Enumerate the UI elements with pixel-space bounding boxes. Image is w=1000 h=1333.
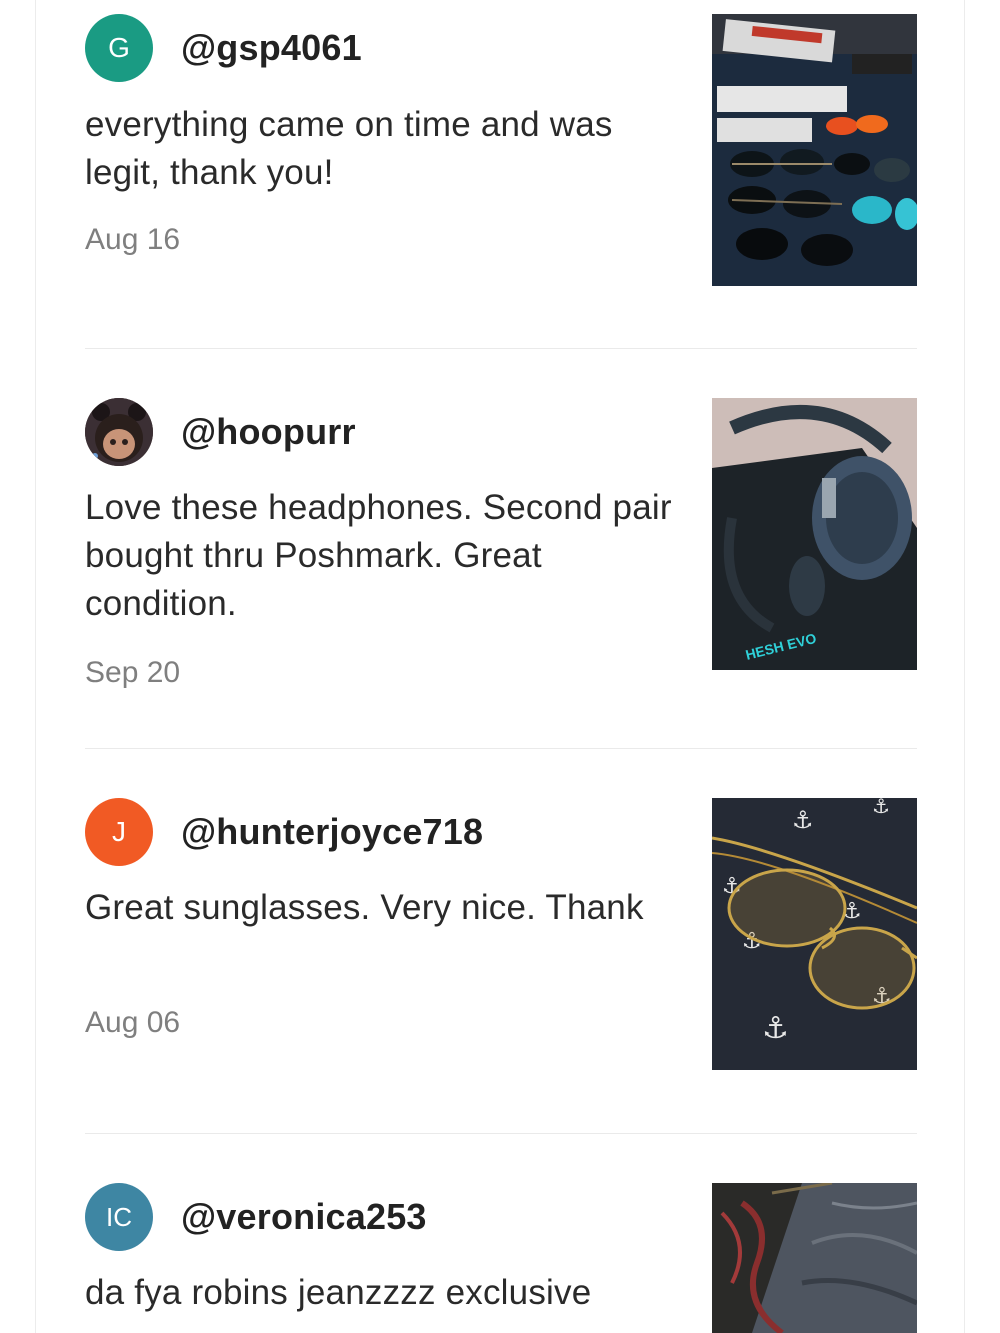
headphones-photo[interactable]: HESH EVO xyxy=(712,398,917,670)
profile-photo-icon xyxy=(85,398,153,466)
avatar-initials: G xyxy=(108,32,130,63)
review-item: IC @veronica253 da fya robins jeanzzzz e… xyxy=(85,1183,917,1333)
gold-aviator-sunglasses-photo[interactable]: ⚓ ⚓ ⚓ ⚓ ⚓ ⚓ ⚓ xyxy=(712,798,917,1070)
divider xyxy=(85,748,917,749)
review-comment: Great sunglasses. Very nice. Thank xyxy=(85,888,644,927)
review-comment: everything came on time and was legit, t… xyxy=(85,105,613,192)
avatar-initials: J xyxy=(112,816,126,847)
review-header: IC @veronica253 xyxy=(85,1183,427,1251)
svg-text:⚓: ⚓ xyxy=(872,798,890,818)
sunglasses-collection-photo[interactable] xyxy=(712,14,917,286)
review-date: Aug 06 xyxy=(85,1006,181,1039)
review-date: Aug 16 xyxy=(85,223,181,256)
review-date: Sep 20 xyxy=(85,656,181,689)
jeans-photo[interactable] xyxy=(712,1183,917,1333)
review-comment: Love these headphones. Second pair bough… xyxy=(85,488,672,623)
svg-text:⚓: ⚓ xyxy=(792,807,814,834)
review-header: @hoopurr xyxy=(85,398,356,466)
avatar-initials: IC xyxy=(106,1201,132,1232)
avatar[interactable] xyxy=(85,398,153,466)
username-link[interactable]: @hunterjoyce718 xyxy=(181,811,483,853)
username-link[interactable]: @hoopurr xyxy=(181,411,356,453)
username-link[interactable]: @veronica253 xyxy=(181,1196,427,1238)
username-link[interactable]: @gsp4061 xyxy=(181,27,362,69)
divider xyxy=(85,1133,917,1134)
review-item: J @hunterjoyce718 Great sunglasses. Very… xyxy=(85,798,917,1098)
avatar[interactable]: G xyxy=(85,14,153,82)
review-header: J @hunterjoyce718 xyxy=(85,798,483,866)
divider xyxy=(85,348,917,349)
avatar[interactable]: IC xyxy=(85,1183,153,1251)
review-header: G @gsp4061 xyxy=(85,14,362,82)
review-item: @hoopurr Love these headphones. Second p… xyxy=(85,398,917,708)
review-comment: da fya robins jeanzzzz exclusive xyxy=(85,1273,592,1312)
avatar[interactable]: J xyxy=(85,798,153,866)
review-item: G @gsp4061 everything came on time and w… xyxy=(85,14,917,314)
svg-text:⚓: ⚓ xyxy=(762,1012,789,1045)
